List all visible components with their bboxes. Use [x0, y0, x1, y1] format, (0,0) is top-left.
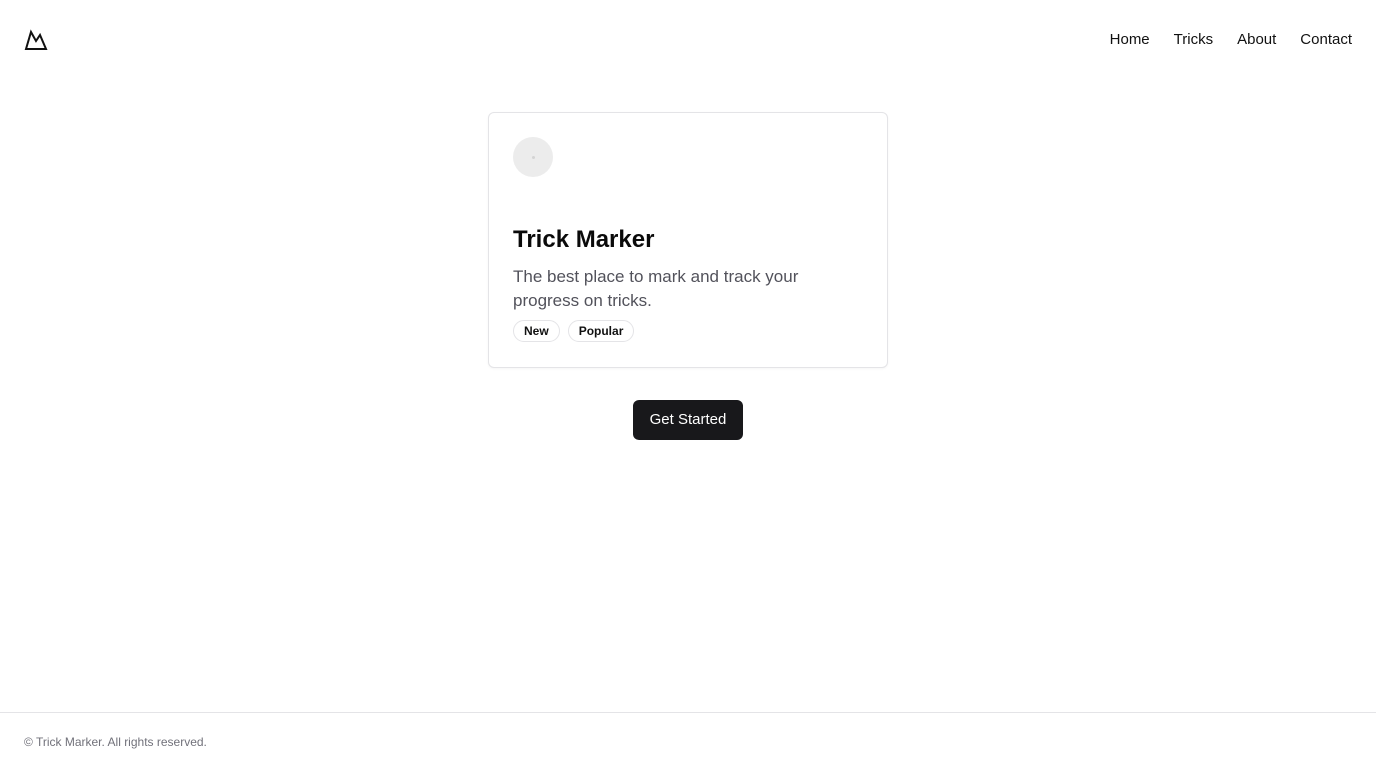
avatar-placeholder-icon: [513, 137, 553, 177]
nav-link-tricks[interactable]: Tricks: [1174, 30, 1213, 50]
nav-link-home[interactable]: Home: [1110, 30, 1150, 50]
copyright-text: © Trick Marker. All rights reserved.: [24, 735, 207, 749]
get-started-button[interactable]: Get Started: [633, 400, 743, 440]
card-description: The best place to mark and track your pr…: [513, 267, 799, 310]
nav-link-about[interactable]: About: [1237, 30, 1276, 50]
feature-card: Trick Marker The best place to mark and …: [488, 112, 888, 368]
main-nav: Home Tricks About Contact: [1110, 30, 1352, 50]
mountain-logo-icon[interactable]: [24, 29, 48, 51]
badge-popular: Popular: [567, 320, 635, 342]
badge-new: New: [513, 320, 560, 342]
site-header: Home Tricks About Contact: [0, 0, 1376, 80]
badge-list: New Popular: [513, 320, 635, 342]
avatar-dot: [531, 155, 535, 159]
page: Home Tricks About Contact Trick Marker T…: [0, 0, 1376, 768]
site-footer: © Trick Marker. All rights reserved.: [0, 712, 1376, 768]
nav-link-contact[interactable]: Contact: [1300, 30, 1352, 50]
card-title: Trick Marker: [513, 226, 655, 253]
